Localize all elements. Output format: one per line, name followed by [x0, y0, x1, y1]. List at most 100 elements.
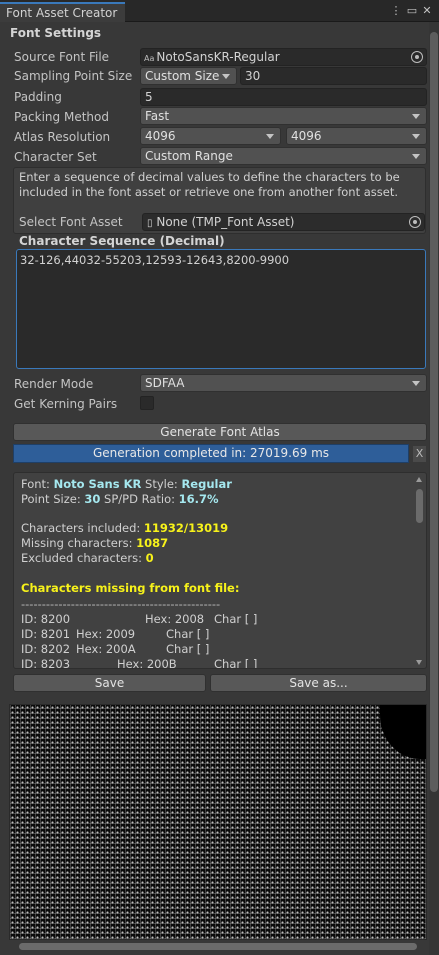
character-sequence-label: Character Sequence (Decimal) [19, 234, 225, 248]
missing-prefix: Missing characters: [21, 536, 137, 550]
excluded-line: Excluded characters: 0 [21, 551, 154, 566]
atlas-height-dropdown[interactable]: 4096 [286, 127, 427, 145]
chevron-down-icon [266, 134, 274, 139]
style-name: Regular [181, 477, 232, 491]
help-text: Enter a sequence of decimal values to de… [19, 170, 400, 199]
font-info-line: Font: Noto Sans KR Style: Regular [21, 477, 232, 492]
missing-row: ID: 8200 Hex: 2008 Char [ ] [21, 612, 257, 627]
atlas-width-value: 4096 [145, 129, 176, 143]
scroll-thumb[interactable] [416, 489, 423, 523]
packing-method-dropdown[interactable]: Fast [140, 107, 427, 125]
render-mode-label: Render Mode [14, 377, 94, 391]
output-log: Font: Noto Sans KR Style: Regular Point … [13, 472, 427, 669]
object-picker-icon[interactable] [411, 51, 423, 63]
character-set-label: Character Set [14, 150, 97, 164]
select-font-asset-value: None (TMP_Font Asset) [156, 215, 295, 229]
progress-text: Generation completed in: 27019.69 ms [92, 446, 330, 460]
scroll-down-icon[interactable] [416, 660, 422, 665]
missing-row: ID: 8203 Hex: 200B Char [ ] [21, 657, 257, 669]
excluded-value: 0 [145, 551, 154, 565]
row-char: Char [ ] [214, 657, 258, 669]
missing-row: ID: 8201 Hex: 2009 Char [ ] [21, 627, 209, 642]
scroll-up-icon[interactable] [416, 477, 422, 482]
row-id: ID: 8201 [21, 627, 71, 641]
save-as-button[interactable]: Save as... [210, 674, 427, 692]
character-set-dropdown[interactable]: Custom Range [140, 147, 427, 165]
sampling-mode-dropdown[interactable]: Custom Size [140, 67, 237, 85]
chevron-down-icon [412, 154, 420, 159]
sampling-point-size-label: Sampling Point Size [14, 69, 133, 83]
row-hex: Hex: 200B [117, 657, 177, 669]
atlas-empty-region [380, 705, 426, 759]
missing-chars-header: Characters missing from font file: [21, 581, 240, 595]
excluded-prefix: Excluded characters: [21, 551, 146, 565]
character-sequence-input[interactable]: 32-126,44032-55203,12593-12643,8200-9900 [16, 249, 426, 369]
ratio-value: 16.7% [178, 492, 219, 506]
packing-method-value: Fast [145, 109, 170, 123]
cancel-button[interactable]: X [413, 446, 426, 462]
maximize-icon[interactable]: ▭ [405, 4, 419, 18]
generate-font-atlas-button[interactable]: Generate Font Atlas [13, 423, 427, 441]
chevron-down-icon [412, 114, 420, 119]
row-char: Char [ ] [166, 642, 210, 656]
window-scrollbar[interactable] [429, 22, 439, 955]
missing-row: ID: 8202 Hex: 200A Char [ ] [21, 642, 209, 657]
row-char: Char [ ] [214, 612, 258, 626]
kebab-menu-icon[interactable]: ⋮ [389, 4, 403, 18]
row-hex: Hex: 2009 [76, 627, 136, 641]
atlas-resolution-label: Atlas Resolution [14, 130, 111, 144]
preview-horizontal-scrollbar[interactable] [9, 941, 427, 951]
character-set-value: Custom Range [145, 149, 233, 163]
row-hex: Hex: 2008 [145, 612, 205, 626]
source-font-file-field[interactable]: Aa NotoSansKR-Regular [140, 48, 427, 66]
chevron-down-icon [412, 381, 420, 386]
row-char: Char [ ] [166, 627, 210, 641]
sampling-size-input[interactable]: 30 [240, 67, 427, 85]
padding-label: Padding [14, 90, 62, 104]
included-value: 11932/13019 [143, 521, 229, 535]
row-id: ID: 8203 [21, 657, 71, 669]
close-icon[interactable]: ✕ [420, 4, 434, 18]
scroll-thumb[interactable] [19, 943, 417, 950]
save-button[interactable]: Save [13, 674, 206, 692]
source-font-file-value: NotoSansKR-Regular [156, 50, 280, 64]
render-mode-dropdown[interactable]: SDFAA [140, 374, 427, 392]
point-size-prefix: Point Size: [21, 492, 85, 506]
generation-progress-bar: Generation completed in: 27019.69 ms [13, 444, 409, 463]
select-font-asset-field[interactable]: ▯ None (TMP_Font Asset) [142, 213, 425, 231]
output-scrollbar[interactable] [415, 477, 424, 665]
scroll-thumb[interactable] [430, 32, 438, 792]
included-prefix: Characters included: [21, 521, 144, 535]
padding-input[interactable]: 5 [140, 88, 427, 106]
font-prefix: Font: [21, 477, 54, 491]
font-name: Noto Sans KR [53, 477, 142, 491]
included-line: Characters included: 11932/13019 [21, 521, 228, 536]
kerning-pairs-checkbox[interactable] [140, 396, 154, 410]
font-atlas-preview [9, 704, 427, 940]
chevron-down-icon [412, 134, 420, 139]
chevron-down-icon [222, 74, 230, 79]
ratio-prefix: SP/PD Ratio: [100, 492, 179, 506]
packing-method-label: Packing Method [14, 110, 109, 124]
missing-line: Missing characters: 1087 [21, 536, 168, 551]
window-title: Font Asset Creator [6, 6, 118, 20]
atlas-width-dropdown[interactable]: 4096 [140, 127, 281, 145]
render-mode-value: SDFAA [145, 376, 185, 390]
font-asset-icon: Aa [144, 54, 155, 63]
font-settings-header: Font Settings [10, 26, 102, 40]
object-picker-icon[interactable] [409, 216, 421, 228]
document-icon: ▯ [147, 218, 153, 229]
missing-value: 1087 [136, 536, 169, 550]
point-size-line: Point Size: 30 SP/PD Ratio: 16.7% [21, 492, 219, 507]
row-id: ID: 8202 [21, 642, 71, 656]
select-font-asset-label: Select Font Asset [19, 215, 123, 229]
sampling-mode-value: Custom Size [145, 69, 220, 83]
source-font-file-label: Source Font File [14, 50, 110, 64]
window-tab[interactable]: Font Asset Creator [0, 2, 125, 22]
style-prefix: Style: [141, 477, 182, 491]
separator-line: ----------------------------------------… [21, 597, 221, 611]
row-id: ID: 8200 [21, 612, 71, 626]
atlas-height-value: 4096 [291, 129, 322, 143]
kerning-pairs-label: Get Kerning Pairs [14, 397, 118, 411]
point-size-value: 30 [84, 492, 101, 506]
